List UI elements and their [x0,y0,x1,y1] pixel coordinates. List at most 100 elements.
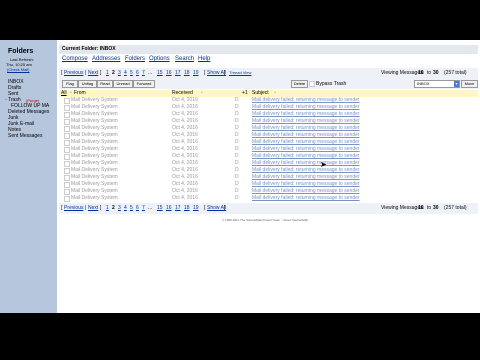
pager-bottom-next[interactable]: Next [88,205,98,211]
row-date: Oct 4, 2016 [172,97,198,103]
pager-bottom-showall-close: ] [224,205,226,211]
pager-top-page-16[interactable]: 16 [166,70,172,76]
row-from: Mail Delivery System [71,146,118,152]
row-size: D [235,160,239,166]
row-subject[interactable]: Mail delivery failed: returning message … [252,188,360,195]
mouse-pointer-icon: ➤ [320,160,327,169]
pager-top-page-4[interactable]: 4 [124,70,127,76]
pager-top-page-5[interactable]: 5 [130,70,133,76]
table-row[interactable]: Mail Delivery System Oct 4, 2016 D Mail del… [59,174,478,181]
row-date: Oct 4, 2016 [172,125,198,131]
row-checkbox[interactable] [64,196,70,202]
row-subject[interactable]: Mail delivery failed: returning message … [252,160,360,167]
table-row[interactable]: Mail Delivery System Oct 4, 2016 D Mail del… [59,104,478,111]
thread-view-link[interactable]: Thread View [229,70,251,76]
pager-bottom-page-19[interactable]: 19 [193,205,199,211]
nav-help[interactable]: Help [198,56,210,62]
move-button[interactable]: Move [461,80,478,88]
column-received[interactable]: Received [172,90,193,96]
pager-bottom-previous[interactable]: Previous [64,205,83,211]
pager-bottom-page-15[interactable]: 15 [157,205,163,211]
folder-trash-toggle-icon[interactable]: - [5,97,7,103]
pager-bottom-page-16[interactable]: 16 [166,205,172,211]
pager-top-page-15[interactable]: 15 [157,70,163,76]
row-from: Mail Delivery System [71,139,118,145]
pager-top-page-6[interactable]: 6 [136,70,139,76]
bypass-trash-checkbox[interactable] [309,81,315,87]
table-row[interactable]: Mail Delivery System Oct 4, 2016 D Mail del… [59,132,478,139]
unread-button[interactable]: Unread [113,80,133,88]
table-row[interactable]: Mail Delivery System Oct 4, 2016 D Mail del… [59,188,478,195]
pager-top-page-3[interactable]: 3 [118,70,121,76]
row-subject[interactable]: Mail delivery failed: returning message … [252,104,360,111]
pager-top-previous[interactable]: Previous [64,70,83,76]
row-subject[interactable]: Mail delivery failed: returning message … [252,181,360,188]
row-from: Mail Delivery System [71,188,118,194]
pager-bottom-page-4[interactable]: 4 [124,205,127,211]
nav-search[interactable]: Search [175,56,194,62]
sort-received-icon[interactable]: ▫ [201,90,203,96]
row-subject[interactable]: Mail delivery failed: returning message … [252,111,360,118]
table-row[interactable]: Mail Delivery System Oct 4, 2016 D Mail del… [59,139,478,146]
table-row[interactable]: Mail Delivery System Oct 4, 2016 D Mail del… [59,153,478,160]
row-date: Oct 4, 2016 [172,167,198,173]
pager-bottom-page-1[interactable]: 1 [106,205,109,211]
folder-sent-messages[interactable]: Sent Messages [8,133,42,139]
table-row[interactable]: Mail Delivery System Oct 4, 2016 D Mail del… [59,167,478,174]
nav-addresses[interactable]: Addresses [92,56,120,62]
row-subject[interactable]: Mail delivery failed: returning message … [252,132,360,139]
row-subject[interactable]: Mail delivery failed: returning message … [252,146,360,153]
current-folder-label: Current Folder: INBOX [62,46,116,52]
pager-bottom-page-5[interactable]: 5 [130,205,133,211]
check-mail-link[interactable]: (Check Mail) [7,67,29,72]
table-row[interactable]: Mail Delivery System Oct 4, 2016 D Mail del… [59,181,478,188]
select-all-link[interactable]: All [61,90,67,96]
pager-top-next[interactable]: Next [88,70,98,76]
nav-compose[interactable]: Compose [62,56,88,62]
column-from[interactable]: From [74,90,86,96]
row-subject[interactable]: Mail delivery failed: returning message … [252,125,360,132]
row-subject[interactable]: Mail delivery failed: returning message … [252,153,360,160]
viewing-to-word-bottom: to [427,205,432,211]
pager-bottom-page-18[interactable]: 18 [184,205,190,211]
column-header: All ▫ From Received ▫ +1 Subject ▫ [59,90,478,97]
table-row[interactable]: Mail Delivery System Oct 4, 2016 D Mail del… [59,146,478,153]
pager-bottom-page-17[interactable]: 17 [175,205,181,211]
read-button[interactable]: Read [97,80,113,88]
table-row[interactable]: Mail Delivery System Oct 4, 2016 D Mail del… [59,125,478,132]
row-date: Oct 4, 2016 [172,174,198,180]
row-date: Oct 4, 2016 [172,139,198,145]
pager-top-page-19[interactable]: 19 [193,70,199,76]
table-row[interactable]: Mail Delivery System Oct 4, 2016 D Mail del… [59,111,478,118]
table-row[interactable]: Mail Delivery System Oct 4, 2016 D Mail del… [59,97,478,104]
row-size: D [235,174,239,180]
table-row[interactable]: Mail Delivery System Oct 4, 2016 D Mail del… [59,160,478,167]
move-folder-select[interactable]: INBOX ▾ [414,80,460,88]
row-subject[interactable]: Mail delivery failed: returning message … [252,167,360,174]
pager-top-page-7[interactable]: 7 [142,70,145,76]
row-from: Mail Delivery System [71,125,118,131]
row-subject[interactable]: Mail delivery failed: returning message … [252,118,360,125]
table-row[interactable]: Mail Delivery System Oct 4, 2016 D Mail del… [59,195,478,202]
row-subject[interactable]: Mail delivery failed: returning message … [252,139,360,146]
row-subject[interactable]: Mail delivery failed: returning message … [252,195,360,202]
row-subject[interactable]: Mail delivery failed: returning message … [252,97,360,104]
nav-options[interactable]: Options [149,56,170,62]
forward-button[interactable]: Forward [133,80,155,88]
pager-top-page-1[interactable]: 1 [106,70,109,76]
pager-bottom-page-3[interactable]: 3 [118,205,121,211]
row-subject[interactable]: Mail delivery failed: returning message … [252,174,360,181]
delete-button[interactable]: Delete [291,80,308,88]
column-subject[interactable]: Subject [252,90,269,96]
column-flag[interactable]: +1 [242,90,248,96]
flag-button[interactable]: Flag [62,80,78,88]
pager-bottom-page-6[interactable]: 6 [136,205,139,211]
sort-from-icon[interactable]: ▫ [70,90,72,96]
pager-top-page-18[interactable]: 18 [184,70,190,76]
table-row[interactable]: Mail Delivery System Oct 4, 2016 D Mail del… [59,118,478,125]
pager-bottom-page-7[interactable]: 7 [142,205,145,211]
nav-folders[interactable]: Folders [125,56,145,62]
pager-top-page-17[interactable]: 17 [175,70,181,76]
sort-subject-icon[interactable]: ▫ [274,90,276,96]
unflag-button[interactable]: Unflag [78,80,97,88]
